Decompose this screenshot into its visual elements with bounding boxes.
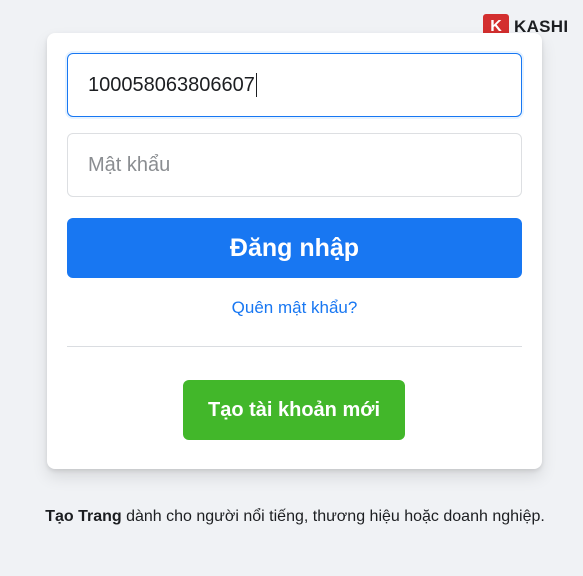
create-account-button[interactable]: Tạo tài khoản mới <box>183 380 405 440</box>
password-input[interactable]: Mật khẩu <box>67 133 522 197</box>
password-placeholder: Mật khẩu <box>88 153 171 176</box>
text-caret <box>255 73 257 97</box>
create-page-link[interactable]: Tạo Trang <box>45 508 121 525</box>
create-page-footer: Tạo Trang dành cho người nổi tiếng, thươ… <box>40 505 550 528</box>
login-button[interactable]: Đăng nhập <box>67 218 522 278</box>
forgot-password-link[interactable]: Quên mật khẩu? <box>47 298 542 318</box>
create-page-description: dành cho người nổi tiếng, thương hiệu ho… <box>121 508 545 525</box>
login-card: 100058063806607 Mật khẩu Đăng nhập Quên … <box>47 33 542 469</box>
divider <box>67 346 522 347</box>
email-or-phone-input[interactable]: 100058063806607 <box>67 53 522 117</box>
email-input-value: 100058063806607 <box>88 73 255 96</box>
